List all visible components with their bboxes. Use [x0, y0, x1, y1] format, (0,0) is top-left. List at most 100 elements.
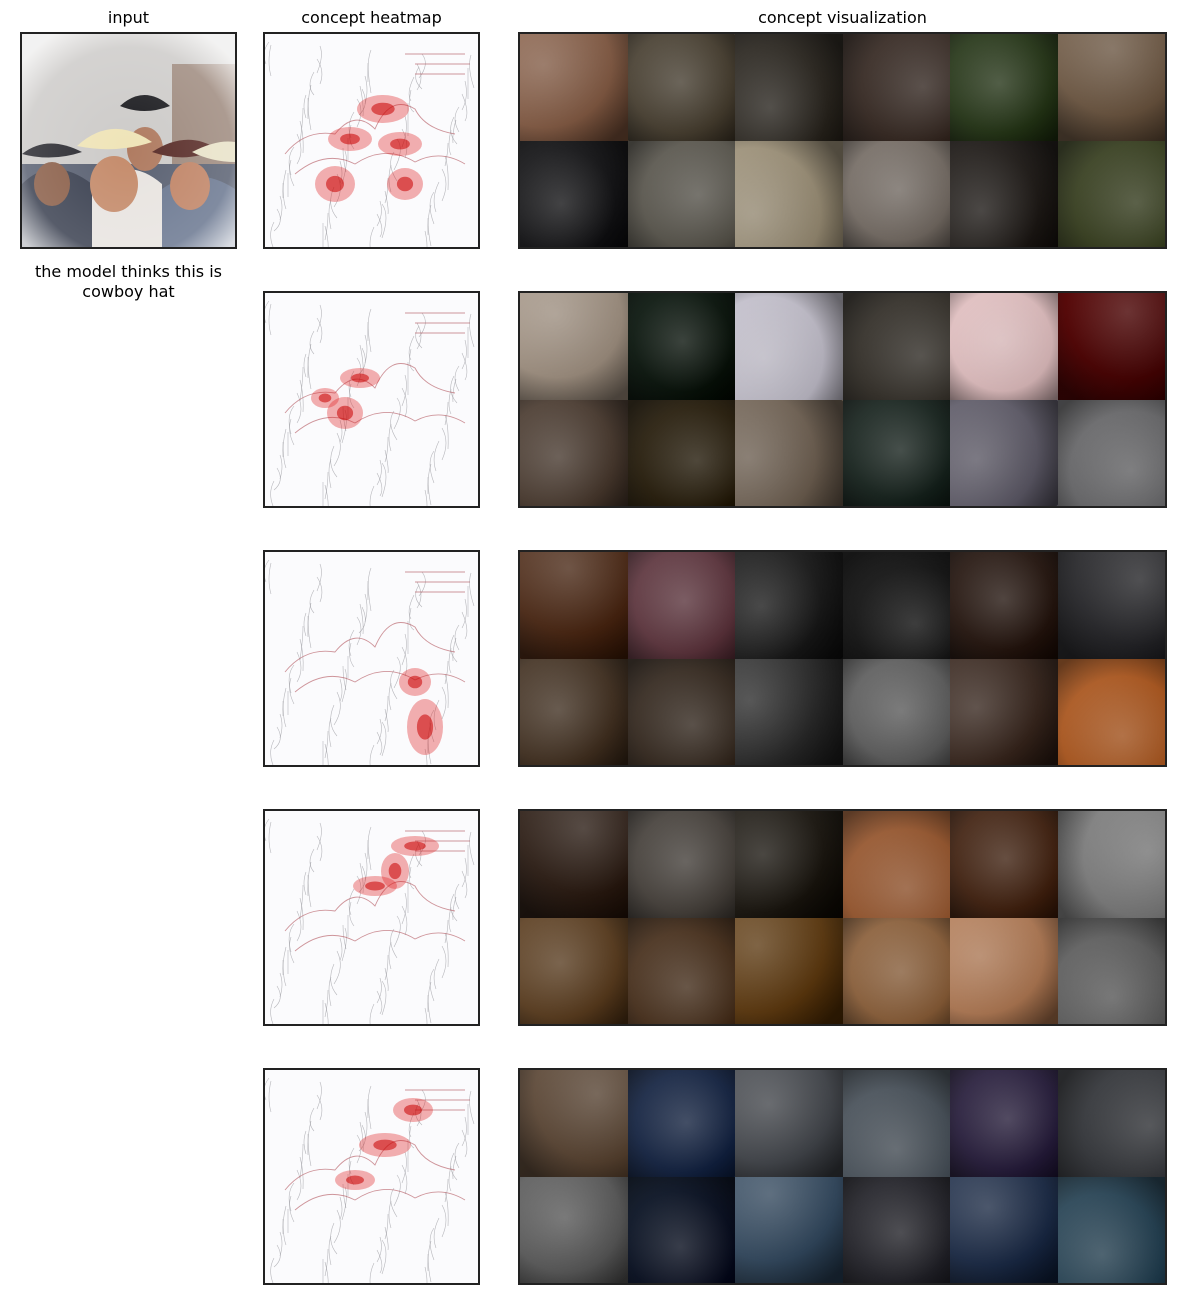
- concept-patch-shade: [842, 1176, 950, 1283]
- concept-patch: [1057, 811, 1165, 918]
- concept-patch-shade: [735, 658, 843, 765]
- edge-contour: [448, 388, 452, 415]
- concept-patch-shade: [1057, 1176, 1165, 1283]
- edge-contour: [273, 208, 281, 232]
- concept-patch-shade: [842, 140, 950, 247]
- edge-contour: [303, 353, 307, 378]
- concept-patch-shade: [627, 1070, 735, 1177]
- edge-contour: [330, 704, 338, 737]
- edge-contour: [388, 941, 392, 970]
- concept-patch-shade: [1057, 293, 1165, 400]
- concept-patch-shade: [950, 658, 1058, 765]
- concept-patch: [735, 399, 843, 506]
- edge-contour: [282, 959, 287, 987]
- edge-contour: [309, 71, 315, 96]
- edge-contour: [330, 963, 338, 996]
- edge-contour: [268, 44, 272, 77]
- edge-contour: [270, 998, 275, 1024]
- edge-contour: [268, 1080, 272, 1113]
- edge-contour: [450, 375, 458, 404]
- edge-contour: [454, 624, 460, 651]
- concept-patch-shade: [520, 917, 628, 1024]
- edge-contour: [265, 300, 270, 324]
- concept-patch-shade: [520, 1176, 628, 1283]
- concept-patch-shade: [735, 34, 843, 141]
- concept-heatmap-4: [263, 809, 480, 1026]
- edge-contour: [358, 606, 366, 634]
- edge-contour: [441, 1204, 447, 1238]
- concept-patch: [1057, 399, 1165, 506]
- activation-peak: [388, 862, 402, 880]
- edge-contour: [469, 54, 475, 89]
- edge-contour: [282, 182, 287, 210]
- edge-contour: [294, 1189, 466, 1211]
- concept-patch: [520, 140, 628, 247]
- edge-contour: [381, 462, 387, 498]
- concept-patch: [1057, 1176, 1165, 1283]
- concept-heatmap-5: [263, 1068, 480, 1285]
- concept-patch: [842, 811, 950, 918]
- concept-patch-shade: [1057, 34, 1165, 141]
- input-image: [20, 32, 237, 249]
- edge-contour: [441, 945, 447, 979]
- concept-patch-shade: [950, 552, 1058, 659]
- concept-patch: [735, 1070, 843, 1177]
- edge-contour: [324, 471, 329, 500]
- edge-contour: [401, 892, 407, 925]
- edge-contour: [265, 818, 270, 842]
- edge-contour: [450, 116, 458, 145]
- edge-contour: [388, 682, 392, 711]
- concept-patch-shade: [1057, 552, 1165, 659]
- edge-contour: [339, 937, 343, 961]
- concept-patch: [1057, 917, 1165, 1024]
- edge-contour: [333, 1209, 341, 1244]
- concept-patch-shade: [1057, 140, 1165, 247]
- concept-visualization-1: [518, 32, 1167, 249]
- concept-patch-shade: [1057, 1070, 1165, 1177]
- activation-peak: [318, 393, 332, 403]
- concept-patch: [735, 917, 843, 1024]
- concept-visualization-5: [518, 1068, 1167, 1285]
- concept-patch-shade: [520, 34, 628, 141]
- edge-contour: [384, 190, 389, 215]
- edge-contour: [424, 1266, 428, 1283]
- edge-contour: [405, 571, 470, 593]
- concept-patch: [842, 658, 950, 765]
- edge-contour: [450, 1152, 458, 1181]
- edge-contour: [454, 365, 460, 392]
- edge-contour: [401, 1151, 407, 1184]
- concept-patch-shade: [842, 399, 950, 506]
- concept-patch-shade: [627, 293, 735, 400]
- edge-contour: [270, 221, 275, 247]
- edge-contour: [309, 589, 315, 614]
- concept-patch-shade: [520, 399, 628, 506]
- edge-contour: [309, 330, 315, 355]
- concept-patch: [735, 658, 843, 765]
- edge-contour: [324, 989, 329, 1018]
- edge-contour: [384, 708, 389, 733]
- concept-patch-shade: [520, 140, 628, 247]
- concept-heatmap-1: [263, 32, 480, 249]
- edge-contour: [341, 668, 347, 703]
- concept-patch: [1057, 293, 1165, 400]
- edge-contour: [294, 412, 466, 434]
- concept-patch-shade: [842, 293, 950, 400]
- concept-patch: [627, 917, 735, 1024]
- edge-contour: [330, 445, 338, 478]
- concept-patch-shade: [627, 1176, 735, 1283]
- concept-visualization-3: [518, 550, 1167, 767]
- concept-patch-shade: [950, 140, 1058, 247]
- edge-contour: [427, 1253, 432, 1283]
- edge-contour: [303, 612, 307, 637]
- concept-patch: [950, 811, 1058, 918]
- concept-patch-shade: [627, 399, 735, 506]
- edge-contour: [349, 642, 355, 668]
- edge-contour: [307, 356, 312, 390]
- edge-contour: [282, 441, 287, 469]
- concept-patch-shade: [735, 1176, 843, 1283]
- activation-peak: [390, 138, 410, 150]
- edge-contour: [294, 930, 466, 952]
- concept-patch: [520, 811, 628, 918]
- edge-contour: [265, 41, 270, 65]
- edge-contour: [384, 967, 389, 992]
